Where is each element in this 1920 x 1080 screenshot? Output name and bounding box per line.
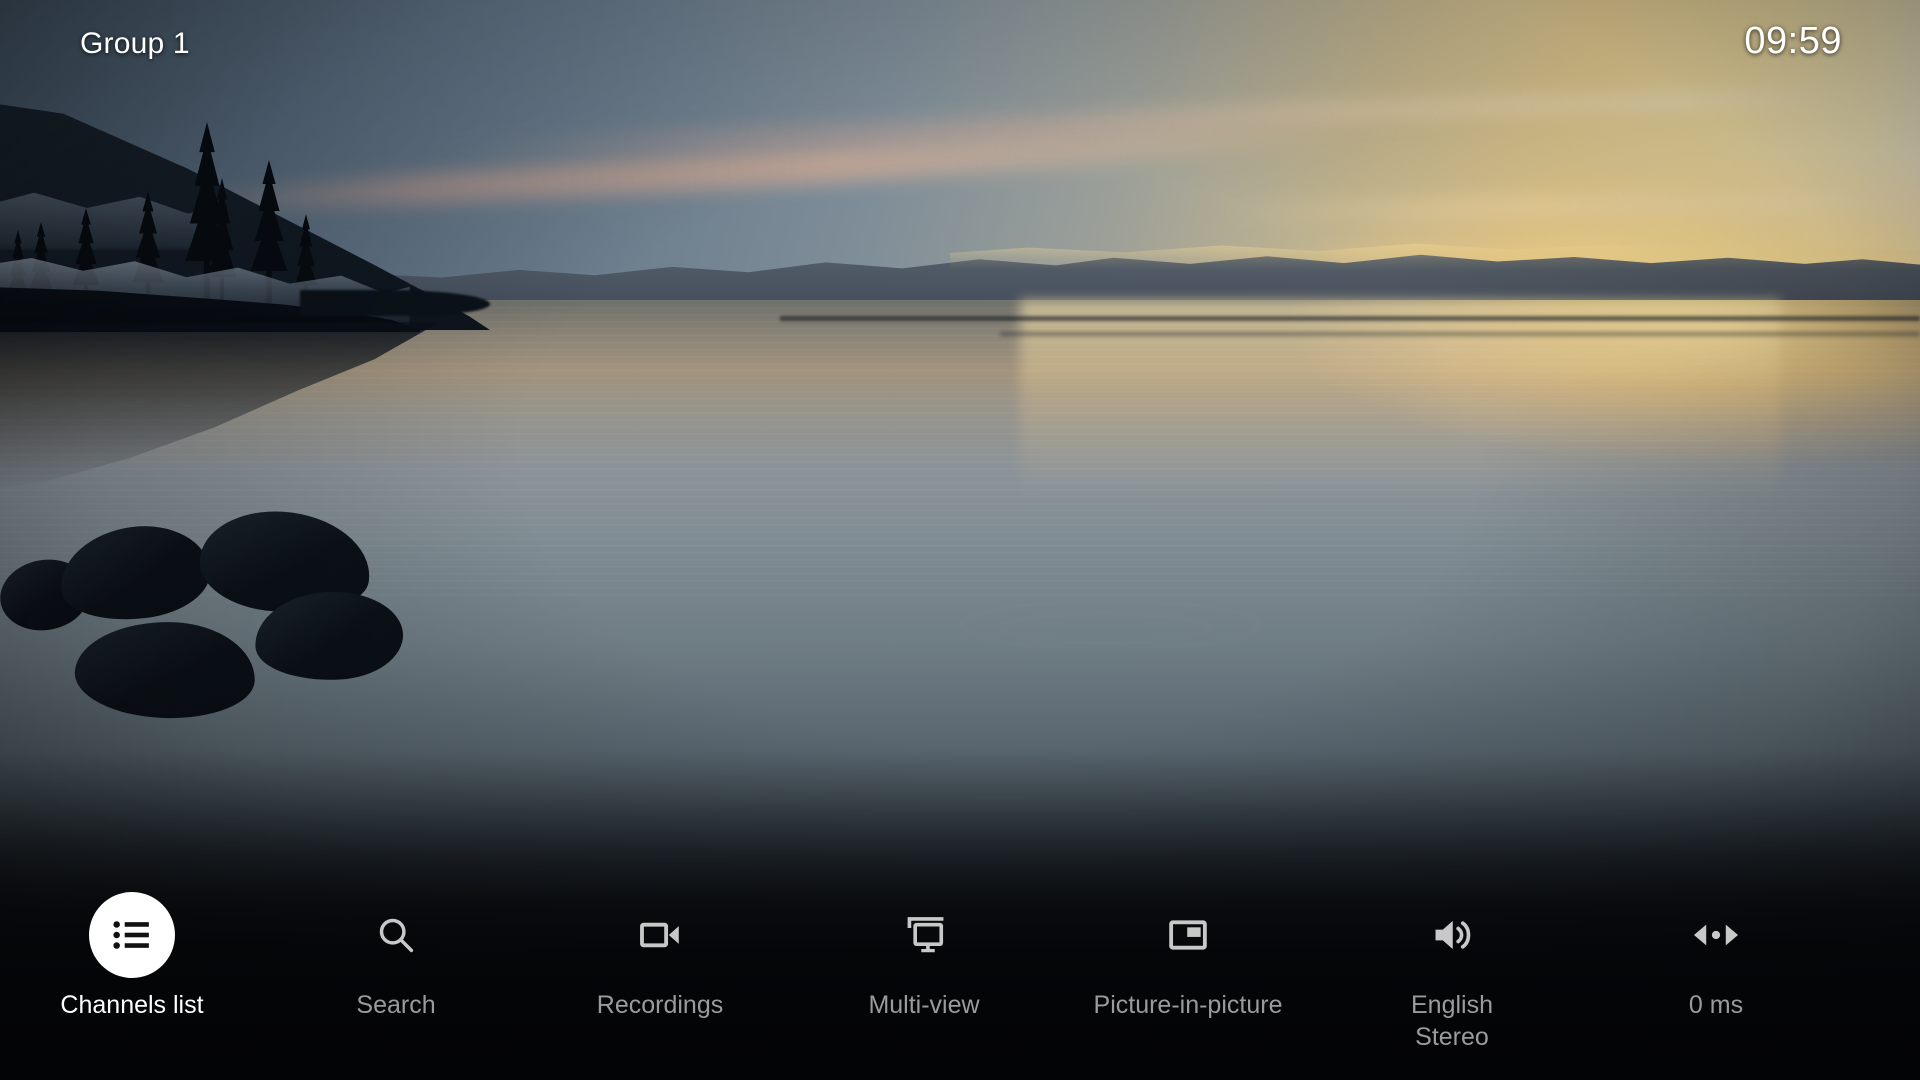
toolbar-item-audio-track[interactable]: English Stereo [1320,892,1584,1053]
toolbar-item-label: 0 ms [1688,991,1744,1019]
audio-sync-icon [1673,892,1759,978]
toolbar-item-channels-list[interactable]: Channels list [0,892,264,1022]
toolbar-item-audio-sync[interactable]: 0 ms [1584,892,1848,1022]
tv-player-screen: Group 1 09:59 Channels list Search Recor… [0,0,1920,1080]
toolbar-item-label: Picture-in-picture [1093,991,1283,1019]
search-icon [353,892,439,978]
toolbar-item-label: Search [356,991,436,1019]
toolbar-item-picture-in-picture[interactable]: Picture-in-picture [1056,892,1320,1022]
video-camera-icon [617,892,703,978]
toolbar-item-label: English Stereo [1411,991,1493,1051]
toolbar-item-label: Channels list [60,991,204,1019]
multi-screen-icon [881,892,967,978]
toolbar-item-search[interactable]: Search [264,892,528,1022]
list-icon [89,892,175,978]
player-toolbar: Channels list Search Recordings Multi-vi… [0,870,1920,1080]
toolbar-item-label: Recordings [596,991,724,1019]
picture-in-picture-icon [1145,892,1231,978]
speaker-icon [1409,892,1495,978]
toolbar-item-multi-view[interactable]: Multi-view [792,892,1056,1022]
toolbar-item-label: Multi-view [868,991,980,1019]
toolbar-item-recordings[interactable]: Recordings [528,892,792,1022]
